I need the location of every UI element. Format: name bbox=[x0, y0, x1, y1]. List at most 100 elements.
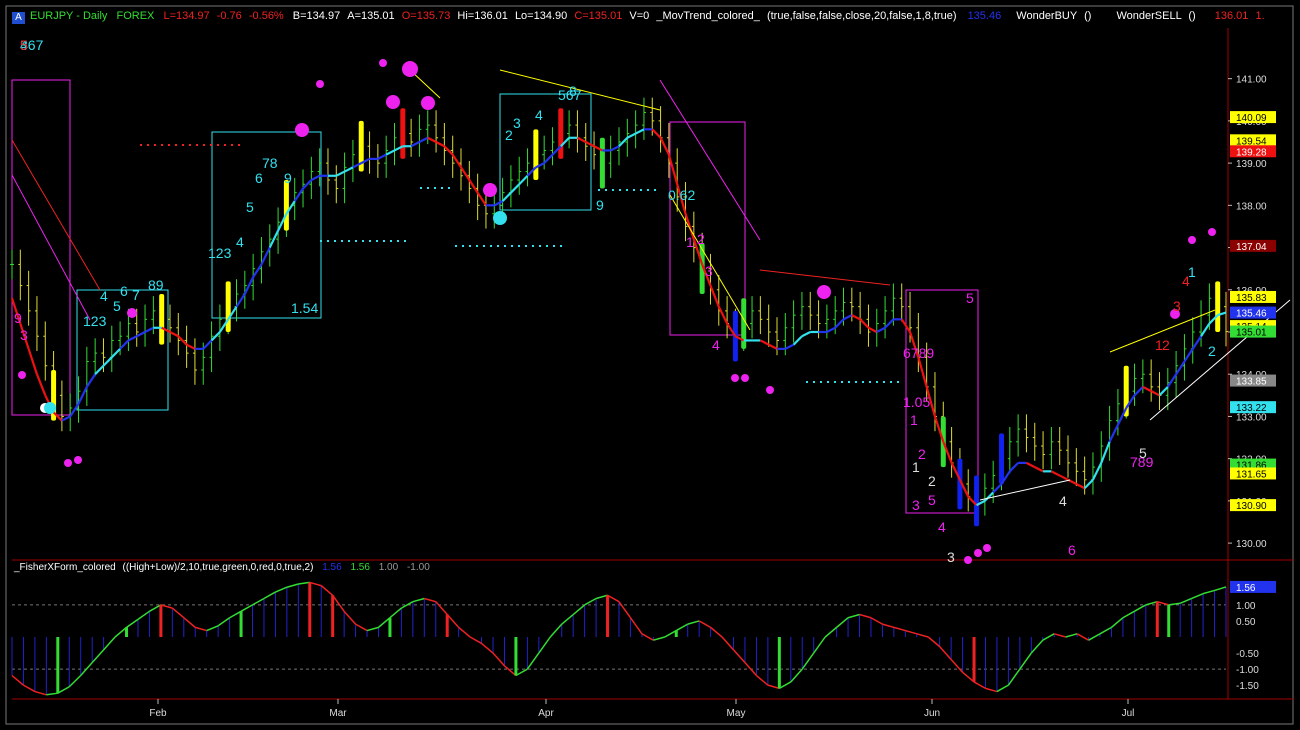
moving-average-segment bbox=[260, 247, 271, 265]
price-tick-label: 141.00 bbox=[1236, 75, 1267, 86]
sequence-label: 4 bbox=[236, 234, 244, 250]
highlight-bar bbox=[998, 433, 1004, 484]
indicator1-name: _MovTrend_colored_ bbox=[656, 10, 760, 22]
fisher-line-segment bbox=[1007, 668, 1021, 686]
fisher-line-segment bbox=[572, 604, 586, 616]
header-bar: EURJPY - Daily FOREX L=134.97 -0.76 -0.5… bbox=[30, 10, 1265, 26]
signal-dot bbox=[493, 211, 507, 225]
price-tag-label: 140.09 bbox=[1236, 113, 1267, 124]
moving-average-segment bbox=[876, 326, 886, 333]
moving-average-segment bbox=[427, 136, 437, 143]
price-chart[interactable]: 130.00131.00132.00133.00134.00135.00136.… bbox=[0, 0, 1300, 730]
moving-average-segment bbox=[468, 179, 479, 194]
fisher-value-3: 1.00 bbox=[378, 562, 399, 573]
sequence-label: 1 bbox=[1188, 264, 1196, 280]
moving-average-segment bbox=[1142, 385, 1152, 393]
date-tick-label: Jul bbox=[1122, 708, 1135, 719]
moving-average-segment bbox=[344, 166, 354, 173]
sequence-label: 7 bbox=[132, 287, 140, 303]
sequence-label: 4 bbox=[100, 288, 108, 304]
moving-average-segment bbox=[235, 293, 246, 308]
fisher-line-segment bbox=[916, 633, 929, 638]
signal-dot bbox=[74, 456, 82, 464]
highlight-bar bbox=[225, 281, 231, 332]
moving-average-segment bbox=[501, 191, 512, 202]
moving-average-segment bbox=[709, 285, 720, 308]
moving-average-segment bbox=[493, 200, 504, 207]
fisher-line-segment bbox=[607, 594, 620, 603]
fisher-line-segment bbox=[1099, 626, 1112, 635]
price-tag: 130.90 bbox=[1230, 499, 1276, 512]
signal-dot bbox=[44, 402, 56, 414]
fisher-line-segment bbox=[252, 597, 265, 606]
fisher-line-segment bbox=[320, 585, 334, 596]
fisher-line-segment bbox=[939, 646, 952, 660]
moving-average-segment bbox=[859, 318, 870, 329]
fisher-line-segment bbox=[355, 623, 368, 632]
moving-average-segment bbox=[1009, 462, 1019, 473]
highlight-bar bbox=[974, 475, 980, 527]
date-tick-label: Apr bbox=[538, 708, 554, 719]
fisher-line-segment bbox=[732, 649, 746, 664]
moving-average-segment bbox=[1175, 360, 1186, 375]
fisher-line-segment bbox=[481, 642, 494, 654]
moving-average-segment bbox=[585, 141, 595, 148]
signal-dot bbox=[379, 59, 387, 67]
highlight-bar bbox=[599, 137, 605, 189]
price-tag: 131.65 bbox=[1230, 467, 1276, 480]
fisher-line-segment bbox=[1202, 589, 1215, 595]
moving-average-segment bbox=[460, 166, 471, 181]
fisher-line-segment bbox=[836, 617, 849, 628]
fisher-line-segment bbox=[790, 668, 803, 683]
indicator2-params: () bbox=[1084, 10, 1092, 22]
fisher-line-segment bbox=[103, 636, 116, 651]
signal-dot bbox=[127, 308, 137, 318]
sequence-label: 78 bbox=[262, 155, 278, 171]
sequence-label: 3 bbox=[705, 263, 713, 279]
moving-average-segment bbox=[310, 174, 321, 181]
highlight-bar bbox=[558, 108, 564, 159]
fisher-line-segment bbox=[46, 692, 58, 696]
symbol-badge[interactable]: A bbox=[12, 12, 25, 24]
fisher-line-segment bbox=[893, 626, 906, 632]
moving-average-segment bbox=[385, 149, 395, 156]
moving-average-segment bbox=[759, 339, 770, 346]
moving-average-segment bbox=[659, 137, 670, 156]
price-tag-label: 133.85 bbox=[1236, 377, 1267, 388]
sequence-label: 2 bbox=[918, 446, 926, 462]
sequence-label: 123 bbox=[83, 313, 107, 329]
fisher-line-segment bbox=[584, 597, 597, 606]
fisher-line-segment bbox=[1030, 639, 1044, 654]
moving-average-segment bbox=[451, 154, 462, 168]
fisher-value-tag: 1.56 bbox=[1236, 583, 1256, 594]
moving-average-segment bbox=[410, 141, 420, 148]
fisher-line-segment bbox=[275, 586, 288, 593]
fisher-line-segment bbox=[801, 652, 815, 670]
price-tag-label: 133.22 bbox=[1236, 403, 1267, 414]
moving-average-segment bbox=[543, 153, 554, 164]
fisher-line-segment bbox=[905, 629, 917, 635]
bid-price: B=134.97 bbox=[292, 10, 341, 22]
fisher-line-segment bbox=[653, 636, 666, 641]
price-tag: 139.28 bbox=[1230, 145, 1276, 158]
moving-average-segment bbox=[1183, 348, 1194, 363]
fisher-line-segment bbox=[11, 674, 24, 686]
moving-average-segment bbox=[27, 348, 38, 375]
price-tag: 133.85 bbox=[1230, 374, 1276, 388]
fisher-value-1: 1.56 bbox=[322, 562, 342, 573]
signal-dot bbox=[295, 123, 309, 137]
fisher-line-segment bbox=[710, 626, 723, 638]
moving-average-segment bbox=[1166, 373, 1178, 388]
moving-average-segment bbox=[917, 357, 928, 388]
fisher-tick-label: 1.00 bbox=[1236, 601, 1256, 612]
fisher-line-segment bbox=[446, 614, 460, 628]
sequence-label: 9 bbox=[14, 310, 22, 326]
moving-average-segment bbox=[61, 415, 71, 422]
fisher-line-segment bbox=[538, 636, 551, 654]
fisher-line-segment bbox=[114, 626, 128, 638]
moving-average-segment bbox=[784, 343, 795, 350]
highlight-bar bbox=[400, 108, 406, 159]
sequence-label: 6 bbox=[120, 283, 128, 299]
moving-average-segment bbox=[186, 343, 196, 350]
moving-average-segment bbox=[435, 141, 445, 148]
